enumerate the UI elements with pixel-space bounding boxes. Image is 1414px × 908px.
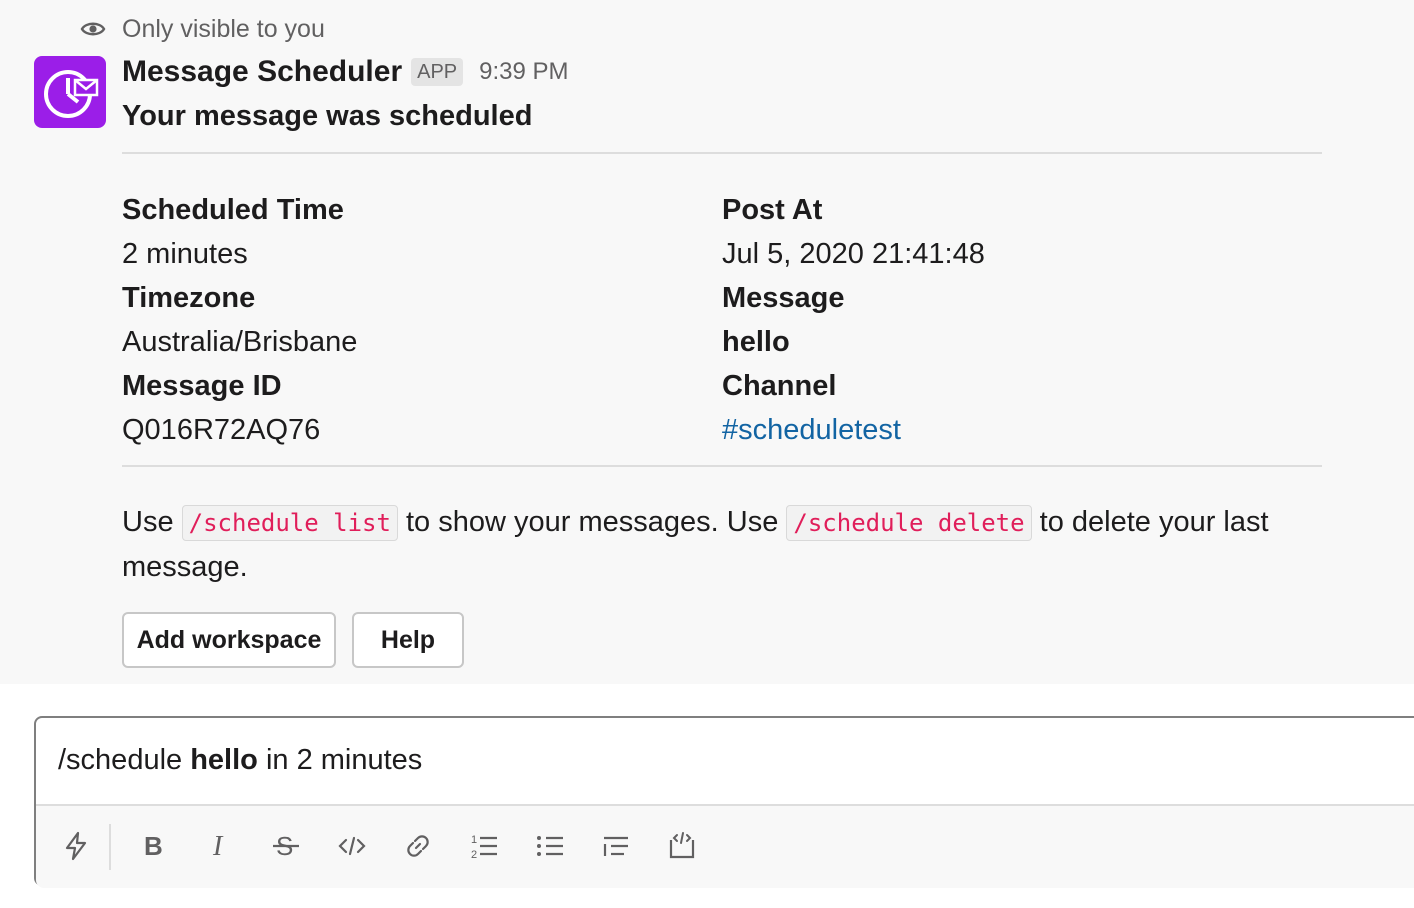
- app-badge: APP: [411, 58, 464, 86]
- code-schedule-list: /schedule list: [181, 505, 398, 541]
- visibility-note: Only visible to you: [80, 12, 325, 46]
- composer-input[interactable]: /schedule hello in 2 minutes: [58, 740, 422, 780]
- strikethrough-icon[interactable]: S: [268, 828, 304, 864]
- bulleted-list-icon[interactable]: [532, 828, 568, 864]
- field-label-timezone: Timezone: [122, 282, 256, 314]
- help-text: Use /schedule list to show your messages…: [122, 500, 1322, 589]
- fields-left: Scheduled Time 2 minutes Timezone Austra…: [122, 188, 682, 452]
- shortcuts-icon[interactable]: [58, 828, 94, 864]
- svg-text:B: B: [144, 831, 163, 861]
- add-workspace-button[interactable]: Add workspace: [122, 612, 336, 668]
- svg-text:1: 1: [471, 834, 477, 846]
- help-text-part2: to show your messages. Use: [406, 506, 779, 538]
- field-value-message-id: Q016R72AQ76: [122, 414, 321, 446]
- divider-bottom: [122, 465, 1322, 467]
- scheduler-logo-icon: [44, 70, 99, 118]
- composer-suffix: in 2 minutes: [265, 744, 423, 776]
- field-value-timezone: Australia/Brisbane: [122, 326, 358, 358]
- help-text-part1: Use: [122, 506, 174, 538]
- field-label-message: Message: [722, 282, 845, 314]
- formatting-toolbar: B I S 12: [36, 804, 1414, 888]
- eye-icon: [80, 22, 106, 36]
- field-label-channel: Channel: [722, 370, 837, 402]
- code-icon[interactable]: [334, 828, 370, 864]
- field-label-message-id: Message ID: [122, 370, 282, 402]
- sender-name[interactable]: Message Scheduler: [122, 55, 402, 89]
- toolbar-separator: [109, 824, 111, 870]
- bold-icon[interactable]: B: [136, 828, 172, 864]
- message-area: Only visible to you Message Scheduler AP…: [0, 0, 1414, 684]
- field-label-post-at: Post At: [722, 194, 823, 226]
- fields-right: Post At Jul 5, 2020 21:41:48 Message hel…: [722, 188, 1282, 452]
- composer-bold-text: hello: [190, 744, 258, 776]
- divider-top: [122, 152, 1322, 154]
- visibility-text: Only visible to you: [122, 14, 325, 43]
- italic-icon[interactable]: I: [202, 828, 238, 864]
- svg-text:I: I: [212, 831, 224, 862]
- message-title: Your message was scheduled: [122, 100, 533, 132]
- code-schedule-delete: /schedule delete: [786, 505, 1032, 541]
- field-label-scheduled-time: Scheduled Time: [122, 194, 344, 226]
- link-icon[interactable]: [400, 828, 436, 864]
- message-timestamp[interactable]: 9:39 PM: [479, 58, 568, 86]
- message-composer[interactable]: /schedule hello in 2 minutes B I S 12: [34, 716, 1414, 888]
- app-avatar[interactable]: [34, 56, 106, 128]
- field-value-message: hello: [722, 326, 790, 358]
- field-value-post-at: Jul 5, 2020 21:41:48: [722, 238, 985, 270]
- code-block-icon[interactable]: [664, 828, 700, 864]
- help-button[interactable]: Help: [352, 612, 464, 668]
- svg-text:2: 2: [471, 849, 477, 861]
- composer-command: /schedule: [58, 744, 183, 776]
- channel-link[interactable]: #scheduletest: [722, 408, 1282, 452]
- blockquote-icon[interactable]: [598, 828, 634, 864]
- message-header: Message Scheduler APP 9:39 PM: [122, 52, 569, 92]
- ordered-list-icon[interactable]: 12: [466, 828, 502, 864]
- field-value-scheduled-time: 2 minutes: [122, 238, 248, 270]
